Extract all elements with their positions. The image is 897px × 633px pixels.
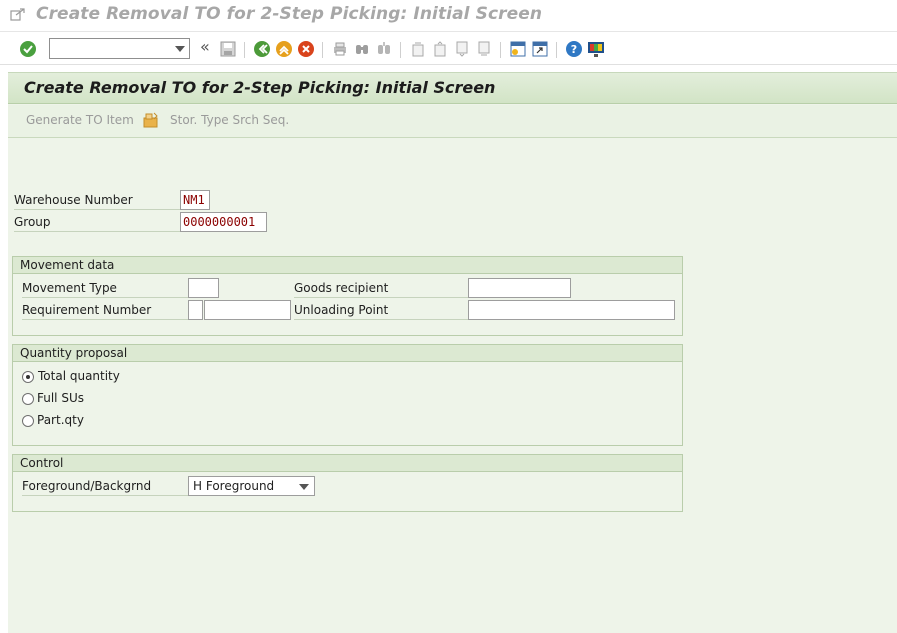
exit-icon[interactable] xyxy=(274,39,294,59)
full-sus-label: Full SUs xyxy=(37,391,84,405)
screen-header: Create Removal TO for 2-Step Picking: In… xyxy=(8,72,897,104)
cancel-icon[interactable] xyxy=(296,39,316,59)
application-toolbar: Generate TO Item Stor. Type Srch Seq. xyxy=(8,105,897,138)
previous-page-icon[interactable] xyxy=(430,39,450,59)
group-label: Group xyxy=(14,215,51,229)
collapse-command-field-icon[interactable]: « xyxy=(200,37,210,56)
page-title: Create Removal TO for 2-Step Picking: In… xyxy=(24,78,496,97)
unloading-point-label: Unloading Point xyxy=(294,303,389,317)
warehouse-number-label: Warehouse Number xyxy=(14,193,133,207)
svg-text:?: ? xyxy=(571,43,577,56)
movement-data-group: Movement data xyxy=(12,256,683,336)
window-titlebar: Create Removal TO for 2-Step Picking: In… xyxy=(0,0,897,32)
next-page-icon[interactable] xyxy=(452,39,472,59)
toolbar-separator xyxy=(244,42,245,58)
print-icon[interactable] xyxy=(330,39,350,59)
window-title: Create Removal TO for 2-Step Picking: In… xyxy=(36,4,543,24)
goods-recipient-label: Goods recipient xyxy=(294,281,389,295)
toolbar-separator xyxy=(400,42,401,58)
field-underline xyxy=(294,297,468,298)
generate-to-item-button[interactable]: Generate TO Item xyxy=(26,113,134,127)
enter-icon[interactable] xyxy=(18,39,38,59)
requirement-type-field[interactable] xyxy=(188,300,203,320)
requirement-number-field[interactable] xyxy=(204,300,291,320)
toolbar-separator xyxy=(556,42,557,58)
movement-type-label: Movement Type xyxy=(22,281,117,295)
screen-canvas: Create Removal TO for 2-Step Picking: In… xyxy=(8,72,897,633)
find-next-icon[interactable] xyxy=(374,39,394,59)
first-page-icon[interactable] xyxy=(408,39,428,59)
save-icon[interactable] xyxy=(218,39,238,59)
foreground-background-select[interactable]: H Foreground xyxy=(188,476,315,496)
foreground-background-label: Foreground/Backgrnd xyxy=(22,479,152,493)
total-quantity-radio[interactable] xyxy=(22,371,34,383)
group-title: Movement data xyxy=(13,257,682,274)
find-icon[interactable] xyxy=(352,39,372,59)
standard-toolbar: « ? xyxy=(0,33,897,65)
total-quantity-label: Total quantity xyxy=(38,369,120,383)
field-underline xyxy=(294,319,468,320)
group-field[interactable]: 0000000001 xyxy=(180,212,267,232)
storage-type-icon[interactable] xyxy=(142,111,160,132)
customize-layout-icon[interactable] xyxy=(586,39,606,59)
command-field[interactable] xyxy=(49,38,190,59)
unloading-point-field[interactable] xyxy=(468,300,675,320)
toolbar-separator xyxy=(322,42,323,58)
menu-icon[interactable] xyxy=(10,8,26,25)
part-qty-radio[interactable] xyxy=(22,415,34,427)
field-underline xyxy=(22,297,188,298)
back-icon[interactable] xyxy=(252,39,272,59)
warehouse-number-field[interactable]: NM1 xyxy=(180,190,210,210)
shortcut-icon[interactable] xyxy=(530,39,550,59)
help-icon[interactable]: ? xyxy=(564,39,584,59)
toolbar-separator xyxy=(500,42,501,58)
movement-type-field[interactable] xyxy=(188,278,219,298)
quantity-proposal-group: Quantity proposal xyxy=(12,344,683,446)
goods-recipient-field[interactable] xyxy=(468,278,571,298)
full-sus-radio[interactable] xyxy=(22,393,34,405)
group-title: Control xyxy=(13,455,682,472)
field-underline xyxy=(14,209,182,210)
stor-type-srch-seq-button[interactable]: Stor. Type Srch Seq. xyxy=(170,113,289,127)
last-page-icon[interactable] xyxy=(474,39,494,59)
new-session-icon[interactable] xyxy=(508,39,528,59)
field-underline xyxy=(22,495,188,496)
part-qty-label: Part.qty xyxy=(37,413,84,427)
group-title: Quantity proposal xyxy=(13,345,682,362)
field-underline xyxy=(14,231,182,232)
command-field-dropdown-icon[interactable] xyxy=(175,46,185,52)
chevron-down-icon[interactable] xyxy=(299,484,309,490)
field-underline xyxy=(22,319,188,320)
requirement-number-label: Requirement Number xyxy=(22,303,152,317)
